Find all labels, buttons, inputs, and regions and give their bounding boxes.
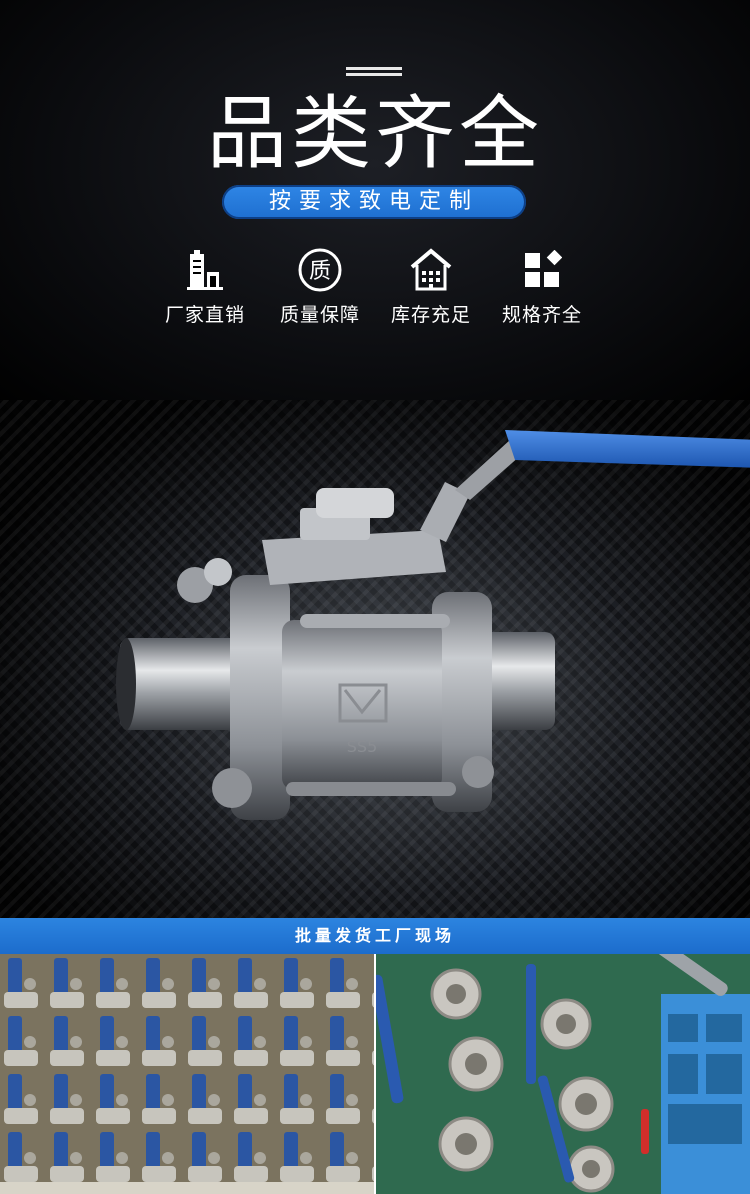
factory-icon	[145, 246, 265, 294]
feature-label: 库存充足	[390, 304, 471, 326]
feature-quality: 质 质量保障	[260, 246, 380, 327]
page-title: 品类齐全	[207, 87, 543, 180]
custom-order-badge[interactable]: 按要求致电定制	[222, 185, 526, 219]
warehouse-icon	[371, 246, 491, 294]
feature-row: 厂家直销 质 质量保障 库存充足 规格齐全	[0, 246, 750, 336]
grid-icon	[482, 246, 602, 294]
quality-glyph: 质	[309, 259, 331, 284]
warehouse-photo-valves-rows	[0, 954, 374, 1194]
feature-factory-direct: 厂家直销	[145, 246, 265, 327]
feature-label: 质量保障	[279, 304, 360, 326]
product-showcase: SS5	[0, 400, 750, 918]
feature-label: 厂家直销	[164, 304, 245, 326]
factory-site-banner: 批量发货工厂现场	[0, 918, 750, 954]
feature-label: 规格齐全	[501, 304, 582, 326]
body-marking: SS5	[347, 737, 378, 756]
feature-stock: 库存充足	[371, 246, 491, 327]
ball-valve-image: SS5	[116, 430, 750, 820]
factory-photos	[0, 954, 750, 1194]
quality-icon: 质	[260, 246, 380, 294]
hero-section: 品类齐全 按要求致电定制 厂家直销 质 质量保障 库存充足 规格齐全	[0, 0, 750, 410]
workbench-photo-valves-tools	[376, 954, 750, 1194]
decorative-lines	[346, 67, 402, 79]
feature-specs: 规格齐全	[482, 246, 602, 327]
